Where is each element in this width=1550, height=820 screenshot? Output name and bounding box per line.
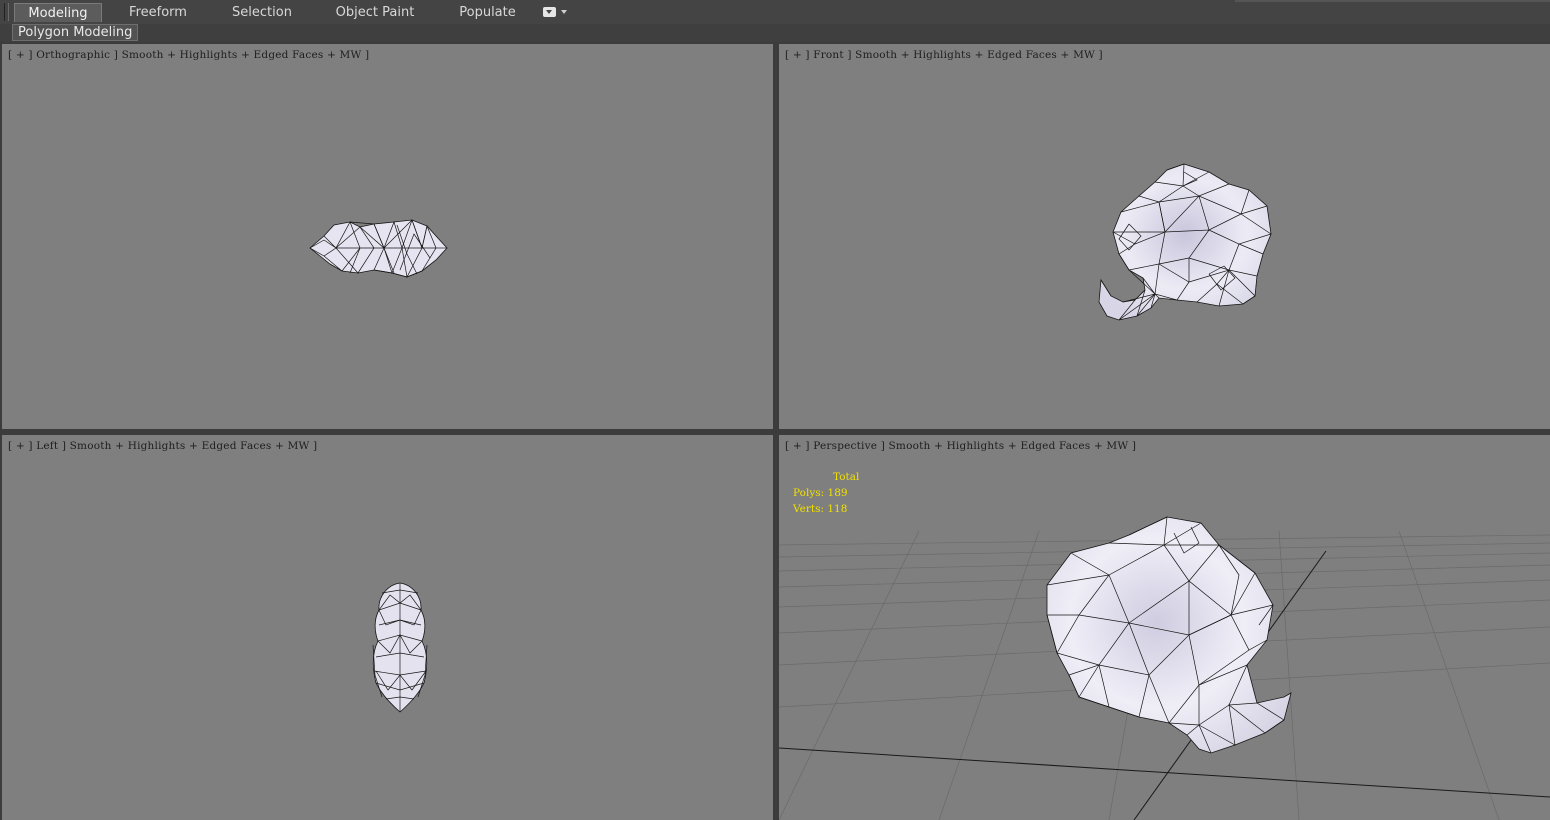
viewport-orthographic[interactable]: [ + ] Orthographic ] Smooth + Highlights… bbox=[2, 44, 773, 429]
tab-object-paint[interactable]: Object Paint bbox=[330, 3, 420, 22]
stats-polys-row: Polys: 189 bbox=[793, 485, 859, 501]
tab-freeform[interactable]: Freeform bbox=[118, 3, 198, 22]
mesh-orthographic-view bbox=[309, 218, 448, 279]
polygon-modeling-panel-button[interactable]: Polygon Modeling bbox=[12, 24, 139, 41]
mesh-left-view bbox=[372, 582, 428, 713]
viewport-front[interactable]: [ + ] Front ] Smooth + Highlights + Edge… bbox=[779, 44, 1550, 429]
polygon-stats-overlay: Total Polys: 189 Verts: 118 bbox=[793, 469, 859, 517]
viewport-perspective[interactable]: [ + ] Perspective ] Smooth + Highlights … bbox=[779, 435, 1550, 820]
stats-polys-value: 189 bbox=[827, 487, 848, 499]
stats-verts-row: Verts: 118 bbox=[793, 501, 859, 517]
stats-verts-value: 118 bbox=[827, 503, 848, 515]
chevron-down-icon bbox=[561, 10, 567, 14]
tab-populate[interactable]: Populate bbox=[450, 3, 525, 22]
grid-and-mesh-perspective bbox=[779, 516, 1550, 820]
dropdown-icon[interactable] bbox=[543, 7, 567, 19]
ribbon-panel: Polygon Modeling bbox=[0, 24, 1550, 42]
ribbon-grip-handle[interactable] bbox=[4, 3, 9, 21]
ribbon-tab-bar: Modeling Freeform Selection Object Paint… bbox=[0, 0, 1550, 25]
stats-verts-label: Verts: bbox=[793, 503, 824, 515]
viewport-label-perspective[interactable]: [ + ] Perspective ] Smooth + Highlights … bbox=[785, 440, 1136, 452]
tab-modeling[interactable]: Modeling bbox=[14, 3, 102, 22]
dropdown-box-icon bbox=[543, 7, 556, 17]
viewport-left[interactable]: [ + ] Left ] Smooth + Highlights + Edged… bbox=[2, 435, 773, 820]
tab-selection[interactable]: Selection bbox=[222, 3, 302, 22]
stats-polys-label: Polys: bbox=[793, 487, 825, 499]
stats-title: Total bbox=[833, 471, 860, 483]
mesh-front-view bbox=[1098, 163, 1272, 321]
ribbon-separator bbox=[1235, 0, 1550, 2]
